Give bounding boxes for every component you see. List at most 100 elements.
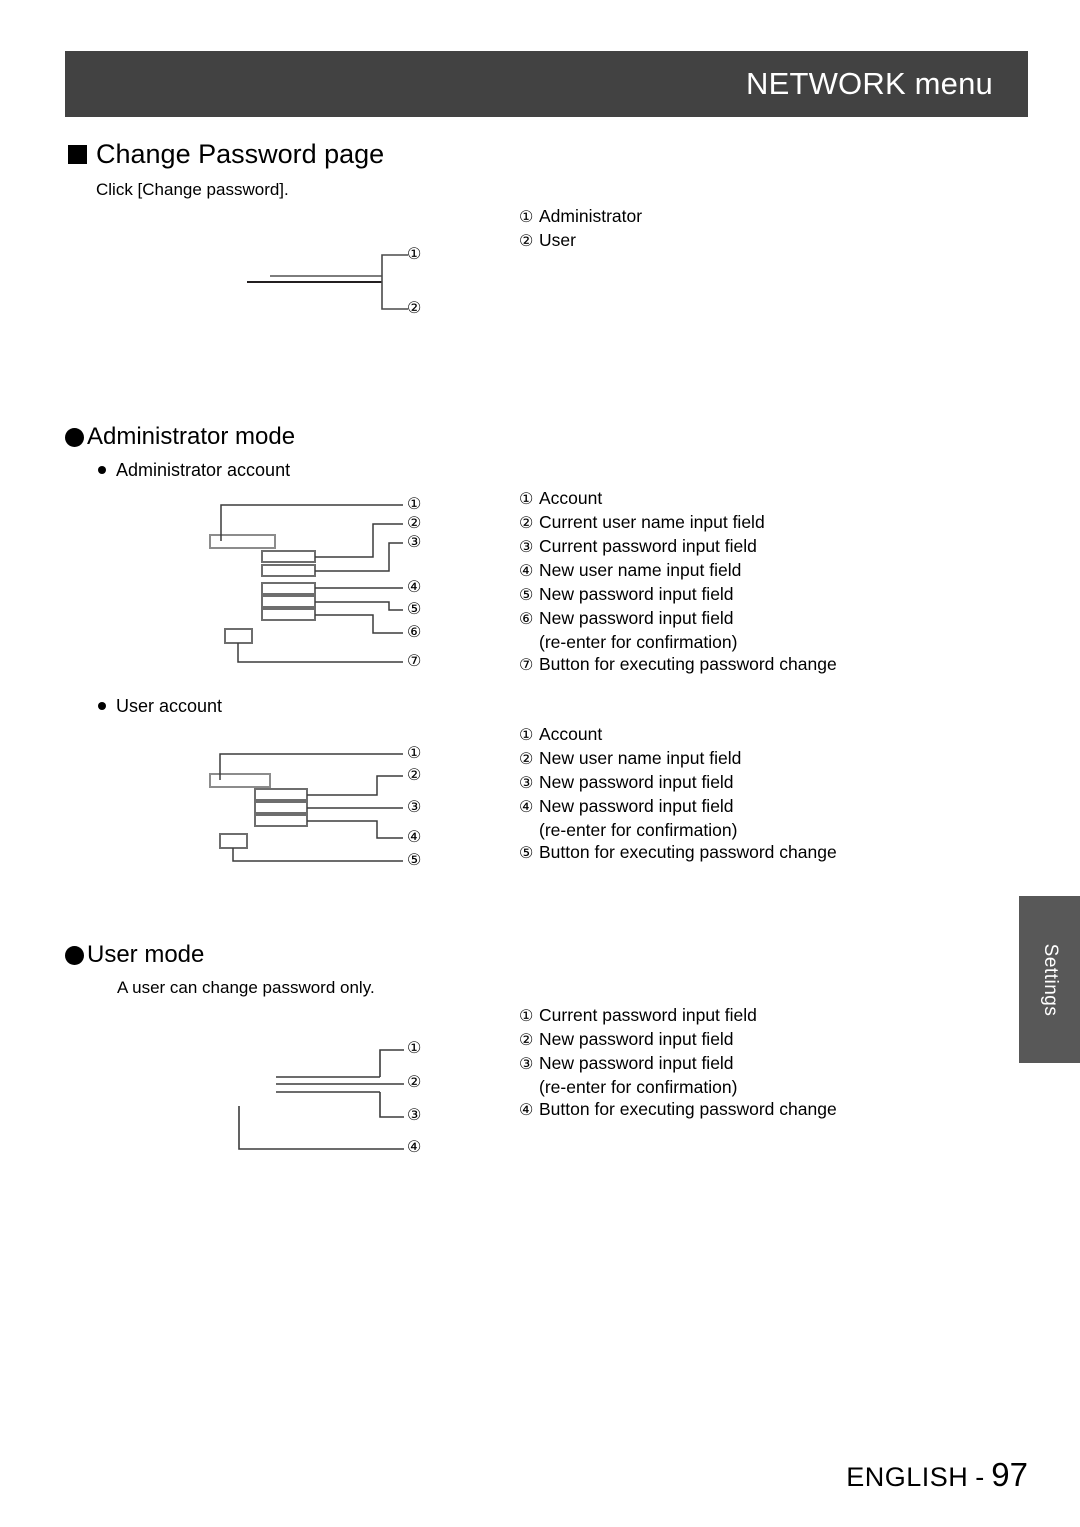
small-bullet-icon xyxy=(98,702,106,710)
legend-item: ① Administrator xyxy=(519,205,642,229)
legend-label: Current user name input field xyxy=(539,512,765,532)
legend-label: Current password input field xyxy=(539,536,757,556)
legend-label: New password input field xyxy=(539,796,734,816)
figure-callout-admin-2: ② xyxy=(407,515,422,532)
round-bullet-icon xyxy=(65,945,84,965)
legend-label: New password input field xyxy=(539,584,734,604)
legend-label: Button for executing password change xyxy=(539,842,837,862)
legend-item: ③ New password input field xyxy=(519,1052,837,1076)
legend-number: ⑤ xyxy=(519,587,534,604)
legend-item: ② New user name input field xyxy=(519,747,837,771)
legend-label: User xyxy=(539,230,576,250)
legend-user-account: ① Account ② New user name input field ③ … xyxy=(519,723,837,865)
legend-change-password: ① Administrator ② User xyxy=(519,205,642,253)
legend-item: ④ New user name input field xyxy=(519,559,837,583)
legend-item: ② Current user name input field xyxy=(519,511,837,535)
heading-change-password-page: Change Password page xyxy=(68,141,384,168)
heading-user-mode: User mode xyxy=(65,943,204,967)
legend-number: ② xyxy=(519,233,534,250)
legend-label: Administrator xyxy=(539,206,643,226)
legend-number: ② xyxy=(519,1032,534,1049)
legend-item: ② User xyxy=(519,229,642,253)
figure-change-password-page xyxy=(245,245,410,325)
legend-user-mode: ① Current password input field ② New pas… xyxy=(519,1004,837,1122)
subheading-user-account: User account xyxy=(98,697,222,715)
legend-number: ⑦ xyxy=(519,657,534,674)
heading-administrator-mode: Administrator mode xyxy=(65,425,295,449)
figure-callout-change-password-2: ② xyxy=(407,300,422,317)
figure-callout-user-account-3: ③ xyxy=(407,799,422,816)
legend-item: ⑦ Button for executing password change xyxy=(519,653,837,677)
figure-user-mode xyxy=(232,1036,407,1166)
legend-number: ② xyxy=(519,515,534,532)
user-mode-intro: A user can change password only. xyxy=(117,978,375,997)
side-tab-label: Settings xyxy=(1039,943,1061,1016)
legend-label: New password input field xyxy=(539,1029,734,1049)
figure-callout-admin-3: ③ xyxy=(407,534,422,551)
legend-item: ⑥ New password input field xyxy=(519,607,837,631)
legend-number: ③ xyxy=(519,1056,534,1073)
change-password-intro: Click [Change password]. xyxy=(96,180,289,199)
figure-callout-user-account-5: ⑤ xyxy=(407,852,422,869)
figure-user-account xyxy=(205,745,405,870)
legend-label: Current password input field xyxy=(539,1005,757,1025)
legend-number: ④ xyxy=(519,1102,534,1119)
legend-number: ⑤ xyxy=(519,845,534,862)
legend-administrator-account: ① Account ② Current user name input fiel… xyxy=(519,487,837,677)
subheading-administrator-account: Administrator account xyxy=(98,461,290,479)
small-bullet-icon xyxy=(98,466,106,474)
legend-number: ④ xyxy=(519,799,534,816)
running-header-title: NETWORK menu xyxy=(746,66,993,101)
legend-label: New password input field xyxy=(539,608,734,628)
figure-callout-user-mode-1: ① xyxy=(407,1040,422,1057)
figure-callout-user-account-1: ① xyxy=(407,745,422,762)
legend-label: New user name input field xyxy=(539,748,742,768)
figure-callout-user-account-2: ② xyxy=(407,767,422,784)
legend-number: ③ xyxy=(519,775,534,792)
legend-sublabel: (re-enter for confirmation) xyxy=(539,820,738,840)
figure-callout-admin-1: ① xyxy=(407,496,422,513)
legend-number: ① xyxy=(519,727,534,744)
legend-number: ③ xyxy=(519,539,534,556)
legend-label: Account xyxy=(539,724,603,744)
legend-item: ③ New password input field xyxy=(519,771,837,795)
legend-sublabel: (re-enter for confirmation) xyxy=(539,1077,738,1097)
legend-label: New password input field xyxy=(539,1053,734,1073)
legend-item: ⑤ Button for executing password change xyxy=(519,841,837,865)
figure-callout-user-mode-3: ③ xyxy=(407,1107,422,1124)
figure-callout-admin-7: ⑦ xyxy=(407,653,422,670)
legend-number: ① xyxy=(519,1008,534,1025)
legend-label: Button for executing password change xyxy=(539,1099,837,1119)
square-bullet-icon xyxy=(68,145,87,164)
legend-item: ① Account xyxy=(519,723,837,747)
legend-sublabel: (re-enter for confirmation) xyxy=(539,632,738,652)
legend-item: ② New password input field xyxy=(519,1028,837,1052)
legend-label: New user name input field xyxy=(539,560,742,580)
legend-item: ① Current password input field xyxy=(519,1004,837,1028)
legend-item: ④ Button for executing password change xyxy=(519,1098,837,1122)
legend-item: ① Account xyxy=(519,487,837,511)
figure-callout-admin-6: ⑥ xyxy=(407,624,422,641)
legend-number: ① xyxy=(519,491,534,508)
figure-administrator-account xyxy=(205,492,405,672)
figure-callout-user-mode-4: ④ xyxy=(407,1139,422,1156)
legend-number: ⑥ xyxy=(519,611,534,628)
side-tab-settings: Settings xyxy=(1019,896,1080,1063)
figure-callout-admin-5: ⑤ xyxy=(407,601,422,618)
running-header-bar: NETWORK menu xyxy=(65,51,1028,117)
legend-label: New password input field xyxy=(539,772,734,792)
legend-label: Button for executing password change xyxy=(539,654,837,674)
legend-item: ⑤ New password input field xyxy=(519,583,837,607)
figure-callout-user-account-4: ④ xyxy=(407,829,422,846)
page-footer: ENGLISH - 97 xyxy=(846,1456,1028,1494)
figure-callout-change-password-1: ① xyxy=(407,246,422,263)
legend-label: Account xyxy=(539,488,603,508)
figure-callout-admin-4: ④ xyxy=(407,579,422,596)
footer-language: ENGLISH xyxy=(846,1462,969,1492)
legend-number: ② xyxy=(519,751,534,768)
legend-number: ① xyxy=(519,209,534,226)
round-bullet-icon xyxy=(65,427,84,447)
footer-page-number: 97 xyxy=(991,1456,1028,1493)
legend-number: ④ xyxy=(519,563,534,580)
legend-item: ④ New password input field xyxy=(519,795,837,819)
